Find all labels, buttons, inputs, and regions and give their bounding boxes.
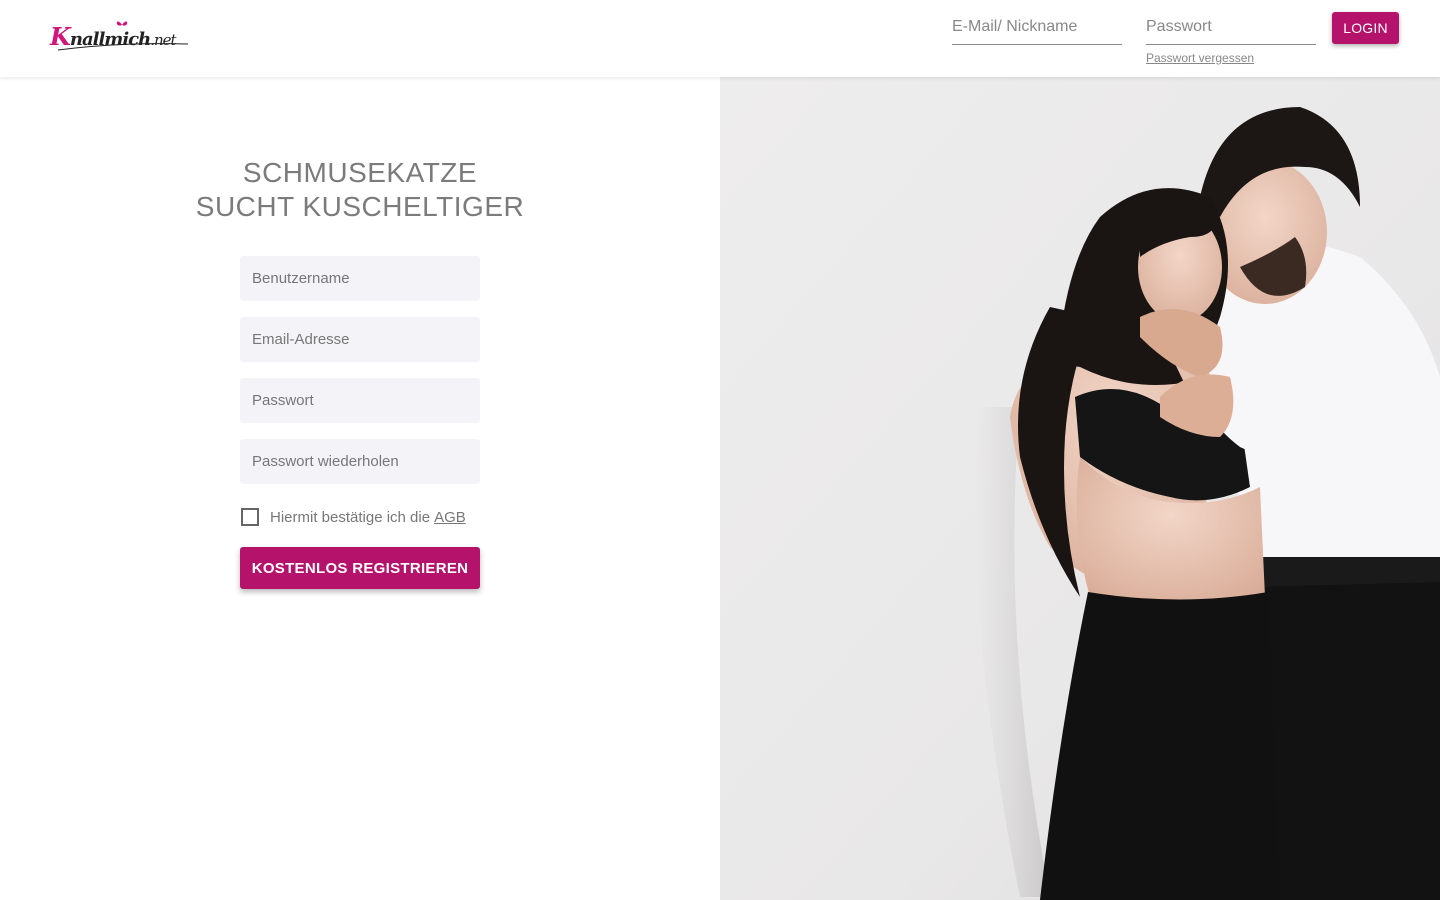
logo-swoosh xyxy=(57,43,189,51)
agb-consent-row: Hiermit bestätige ich die AGB xyxy=(241,507,466,527)
hero-photo xyxy=(720,77,1440,900)
agb-text: Hiermit bestätige ich die xyxy=(270,508,431,526)
username-input[interactable] xyxy=(240,256,480,301)
register-button[interactable]: KOSTENLOS REGISTRIEREN xyxy=(240,547,480,589)
top-header: Knallmich.net Passwort vergessen LOGIN xyxy=(0,0,1440,77)
site-logo[interactable]: Knallmich.net xyxy=(50,21,195,58)
login-email-input[interactable] xyxy=(952,14,1122,45)
login-button[interactable]: LOGIN xyxy=(1332,12,1399,44)
couple-photo-illustration xyxy=(720,77,1440,900)
password-repeat-input[interactable] xyxy=(240,439,480,484)
page-headline: SCHMUSEKATZE SUCHT KUSCHELTIGER xyxy=(160,156,560,224)
password-input[interactable] xyxy=(240,378,480,423)
agb-link[interactable]: AGB xyxy=(434,509,466,526)
email-input[interactable] xyxy=(240,317,480,362)
login-password-input[interactable] xyxy=(1146,14,1316,45)
checkbox-unchecked-icon[interactable] xyxy=(241,508,259,526)
headline-line-2: SUCHT KUSCHELTIGER xyxy=(195,191,525,222)
headline-line-1: SCHMUSEKATZE xyxy=(242,157,478,188)
butterfly-icon xyxy=(116,21,128,26)
forgot-password-link[interactable]: Passwort vergessen xyxy=(1146,51,1254,65)
